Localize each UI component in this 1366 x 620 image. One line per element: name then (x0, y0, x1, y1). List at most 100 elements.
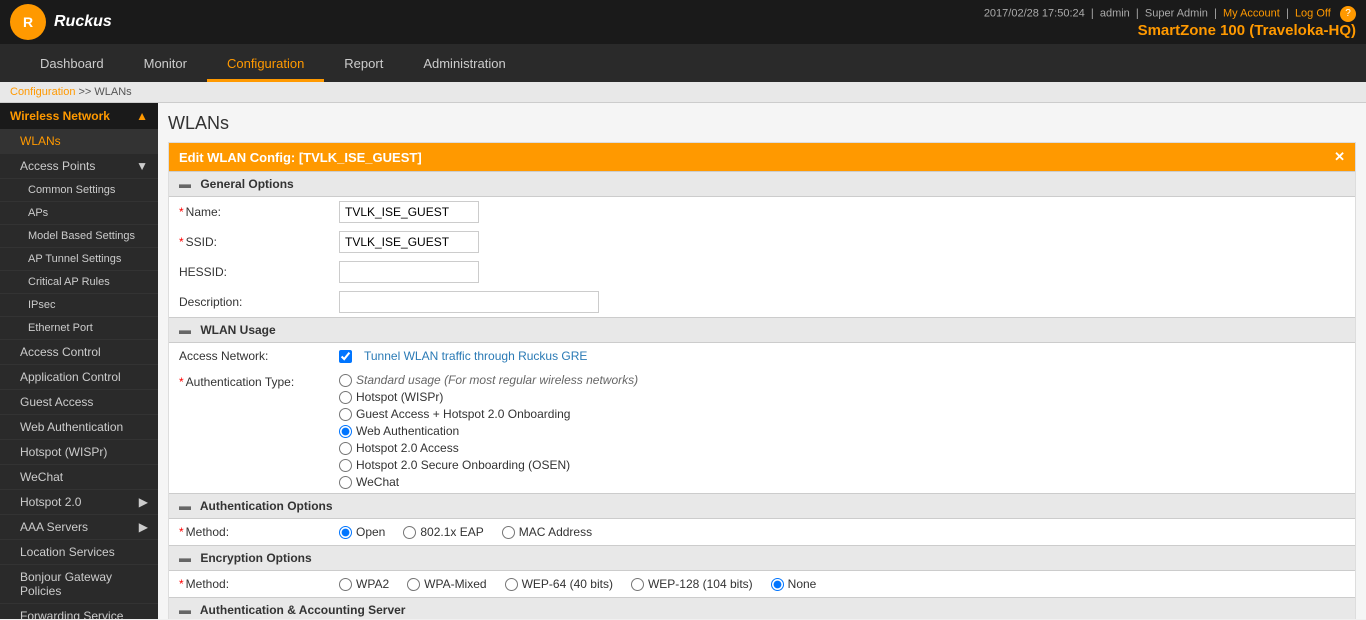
method-8021x-radio[interactable] (403, 526, 416, 539)
logout-link[interactable]: Log Off (1295, 7, 1331, 19)
name-row: *Name: (169, 197, 1355, 227)
enc-wpa2-radio[interactable] (339, 578, 352, 591)
edit-header: Edit WLAN Config: [TVLK_ISE_GUEST] ✕ (169, 143, 1355, 171)
nav-configuration[interactable]: Configuration (207, 48, 324, 82)
my-account-link[interactable]: My Account (1223, 7, 1280, 19)
nav-administration[interactable]: Administration (403, 48, 525, 82)
auth-type-options: Standard usage (For most regular wireles… (339, 373, 1345, 489)
hessid-input[interactable] (339, 261, 479, 283)
sidebar-item-web-authentication[interactable]: Web Authentication (0, 415, 158, 440)
collapse-general-icon: ▬ (179, 177, 191, 191)
sidebar-item-access-control[interactable]: Access Control (0, 340, 158, 365)
auth-wechat[interactable]: WeChat (339, 475, 399, 489)
nav-report[interactable]: Report (324, 48, 403, 82)
enc-wpa-mixed-radio[interactable] (407, 578, 420, 591)
enc-wpa2[interactable]: WPA2 (339, 577, 389, 591)
auth-hotspot-radio[interactable] (339, 391, 352, 404)
auth-osen-radio[interactable] (339, 459, 352, 472)
enc-wep64-label: WEP-64 (40 bits) (522, 577, 613, 591)
auth-web-label: Web Authentication (356, 424, 459, 438)
sidebar-item-forwarding-service[interactable]: Forwarding Service (0, 604, 158, 619)
sidebar-item-hotspot20[interactable]: Hotspot 2.0 ▶ (0, 490, 158, 515)
enc-wep128-radio[interactable] (631, 578, 644, 591)
section-general-options[interactable]: ▬ General Options (169, 171, 1355, 197)
access-network-label: Access Network: (179, 349, 339, 363)
sidebar-item-common-settings[interactable]: Common Settings (0, 179, 158, 202)
sidebar-item-wechat[interactable]: WeChat (0, 465, 158, 490)
method-open-radio[interactable] (339, 526, 352, 539)
enc-wep128[interactable]: WEP-128 (104 bits) (631, 577, 753, 591)
auth-standard[interactable]: Standard usage (For most regular wireles… (339, 373, 638, 387)
top-info: 2017/02/28 17:50:24 | admin | Super Admi… (984, 6, 1356, 22)
sidebar-item-bonjour-gateway[interactable]: Bonjour Gateway Policies (0, 565, 158, 604)
enc-wep64-radio[interactable] (505, 578, 518, 591)
sidebar-item-ethernet-port[interactable]: Ethernet Port (0, 317, 158, 340)
auth-guest[interactable]: Guest Access + Hotspot 2.0 Onboarding (339, 407, 570, 421)
enc-none[interactable]: None (771, 577, 817, 591)
edit-title: Edit WLAN Config: [TVLK_ISE_GUEST] (179, 150, 422, 165)
breadcrumb: Configuration >> WLANs (0, 82, 1366, 103)
ssid-input[interactable] (339, 231, 479, 253)
ssid-row: *SSID: (169, 227, 1355, 257)
sidebar-item-ipsec[interactable]: IPsec (0, 294, 158, 317)
sidebar-item-model-based-settings[interactable]: Model Based Settings (0, 225, 158, 248)
section-auth-accounting[interactable]: ▬ Authentication & Accounting Server (169, 597, 1355, 619)
collapse-acct-icon: ▬ (179, 603, 191, 617)
enc-method-label: *Method: (179, 577, 339, 591)
sidebar-item-ap-tunnel-settings[interactable]: AP Tunnel Settings (0, 248, 158, 271)
help-icon[interactable]: ? (1340, 6, 1356, 22)
auth-web[interactable]: Web Authentication (339, 424, 459, 438)
sidebar-item-aps[interactable]: APs (0, 202, 158, 225)
sidebar-item-application-control[interactable]: Application Control (0, 365, 158, 390)
auth-hotspot[interactable]: Hotspot (WISPr) (339, 390, 443, 404)
sidebar-item-guest-access[interactable]: Guest Access (0, 390, 158, 415)
auth-guest-radio[interactable] (339, 408, 352, 421)
method-open[interactable]: Open (339, 525, 385, 539)
sidebar-item-aaa-servers[interactable]: AAA Servers ▶ (0, 515, 158, 540)
sidebar-item-critical-ap-rules[interactable]: Critical AP Rules (0, 271, 158, 294)
device-location: (Traveloka-HQ) (1249, 22, 1356, 39)
auth-wechat-radio[interactable] (339, 476, 352, 489)
nav-dashboard[interactable]: Dashboard (20, 48, 124, 82)
sidebar-item-wlans[interactable]: WLANs (0, 129, 158, 154)
auth-hotspot20[interactable]: Hotspot 2.0 Access (339, 441, 459, 455)
method-mac[interactable]: MAC Address (502, 525, 592, 539)
nav-monitor[interactable]: Monitor (124, 48, 207, 82)
enc-wpa-mixed[interactable]: WPA-Mixed (407, 577, 486, 591)
auth-method-row: *Method: Open 802.1x EAP MAC Address (169, 519, 1355, 545)
method-mac-radio[interactable] (502, 526, 515, 539)
sidebar-section-wireless[interactable]: Wireless Network ▲ (0, 103, 158, 129)
auth-type-label: *Authentication Type: (179, 373, 339, 389)
enc-wpa-mixed-label: WPA-Mixed (424, 577, 486, 591)
description-input[interactable] (339, 291, 599, 313)
sidebar-item-location-services[interactable]: Location Services (0, 540, 158, 565)
breadcrumb-wlans: WLANs (94, 86, 131, 98)
enc-none-radio[interactable] (771, 578, 784, 591)
section-wlan-usage[interactable]: ▬ WLAN Usage (169, 317, 1355, 343)
description-label: Description: (179, 295, 339, 309)
access-network-checkbox[interactable] (339, 350, 352, 363)
close-icon[interactable]: ✕ (1334, 149, 1345, 165)
logo-text: Ruckus (54, 13, 112, 31)
collapse-enc-icon: ▬ (179, 551, 191, 565)
enc-wep64[interactable]: WEP-64 (40 bits) (505, 577, 613, 591)
auth-standard-radio[interactable] (339, 374, 352, 387)
auth-osen[interactable]: Hotspot 2.0 Secure Onboarding (OSEN) (339, 458, 570, 472)
name-value (339, 201, 1345, 223)
name-input[interactable] (339, 201, 479, 223)
auth-hotspot20-radio[interactable] (339, 442, 352, 455)
page-title: WLANs (168, 113, 1356, 134)
section-auth-options[interactable]: ▬ Authentication Options (169, 493, 1355, 519)
hessid-row: HESSID: (169, 257, 1355, 287)
sidebar-item-access-points[interactable]: Access Points ▼ (0, 154, 158, 179)
section-encryption[interactable]: ▬ Encryption Options (169, 545, 1355, 571)
enc-method-row: *Method: WPA2 WPA-Mixed WEP-64 (40 bits) (169, 571, 1355, 597)
enc-method-options: WPA2 WPA-Mixed WEP-64 (40 bits) WEP-128 … (339, 577, 1345, 591)
enc-wep128-label: WEP-128 (104 bits) (648, 577, 753, 591)
breadcrumb-config[interactable]: Configuration (10, 86, 75, 98)
method-8021x[interactable]: 802.1x EAP (403, 525, 483, 539)
auth-web-radio[interactable] (339, 425, 352, 438)
sidebar-item-hotspot-wispr[interactable]: Hotspot (WISPr) (0, 440, 158, 465)
top-right: 2017/02/28 17:50:24 | admin | Super Admi… (984, 6, 1356, 39)
method-open-label: Open (356, 525, 385, 539)
